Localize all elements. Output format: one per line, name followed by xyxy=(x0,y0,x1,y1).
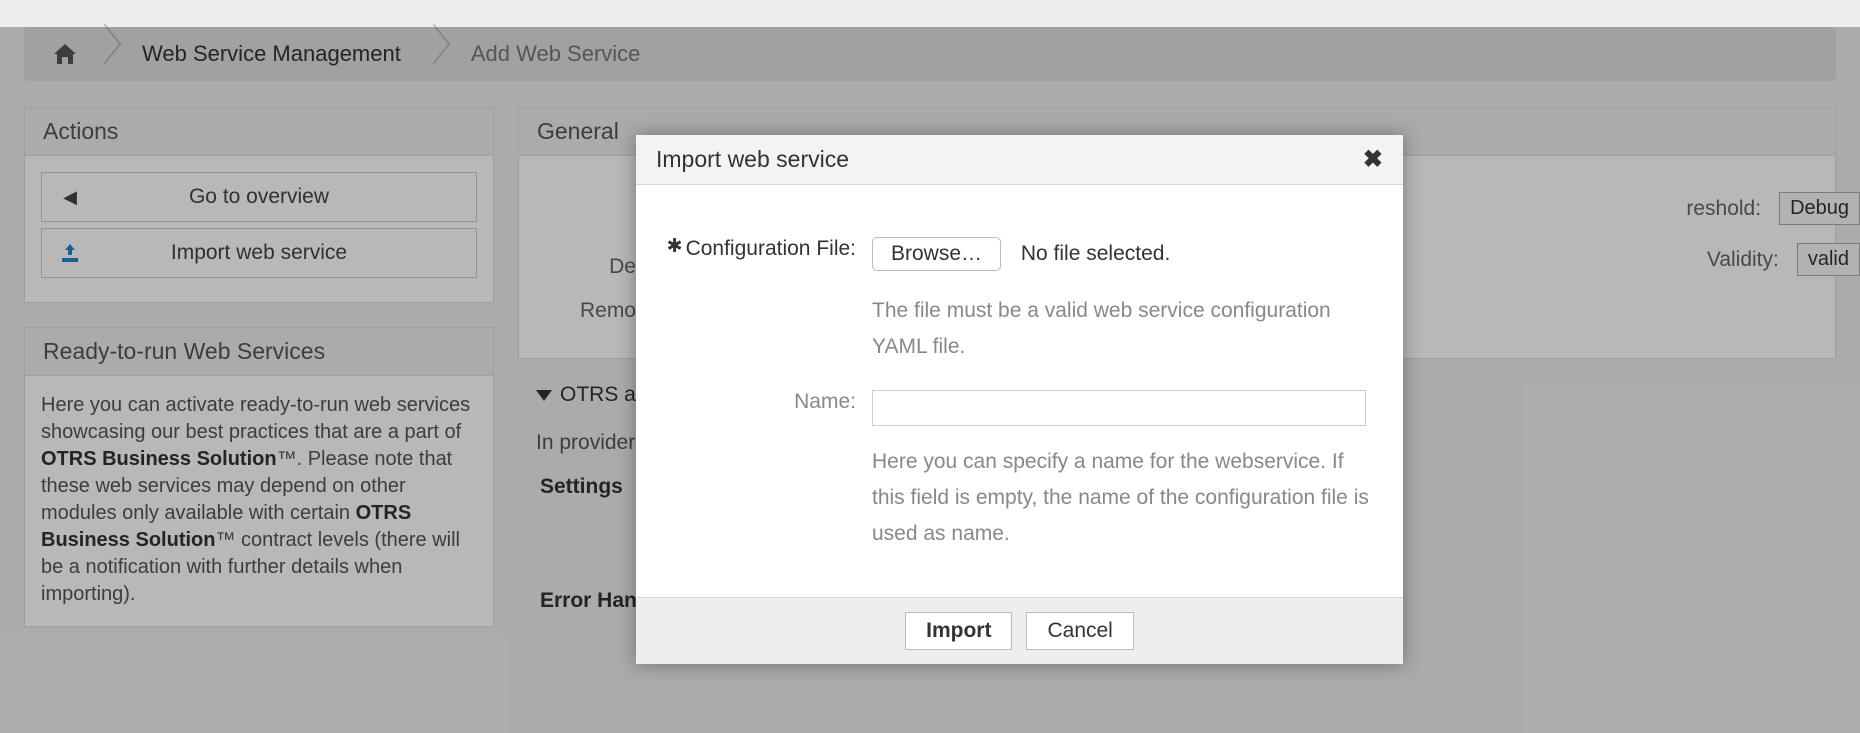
actions-panel-title: Actions xyxy=(25,108,493,156)
import-web-service-dialog: Import web service ✖ ✱Configuration File… xyxy=(636,135,1403,664)
breadcrumb: Web Service Management Add Web Service xyxy=(24,27,1836,81)
threshold-select[interactable]: Debug xyxy=(1779,192,1860,225)
go-to-overview-button[interactable]: ◀ Go to overview xyxy=(41,172,477,222)
name-label: Name: xyxy=(662,390,872,414)
file-selected-status: No file selected. xyxy=(1021,242,1170,265)
name-input[interactable] xyxy=(872,390,1366,426)
general-form-labels: De Remo xyxy=(576,255,636,323)
configuration-file-hint: The file must be a valid web service con… xyxy=(872,293,1377,364)
import-web-service-label: Import web service xyxy=(171,241,347,265)
threshold-label: reshold: xyxy=(1686,197,1761,221)
home-icon[interactable] xyxy=(52,42,78,66)
close-icon[interactable]: ✖ xyxy=(1363,145,1383,174)
import-web-service-button[interactable]: Import web service xyxy=(41,228,477,278)
remote-label: Remo xyxy=(576,299,636,323)
description-label: De xyxy=(576,255,636,279)
ready-to-run-title: Ready-to-run Web Services xyxy=(25,328,493,376)
cancel-button[interactable]: Cancel xyxy=(1026,612,1133,650)
breadcrumb-chevron-icon xyxy=(92,27,114,81)
breadcrumb-item-web-service-management[interactable]: Web Service Management xyxy=(136,41,407,67)
chevron-down-icon xyxy=(536,390,552,401)
validity-label: Validity: xyxy=(1707,248,1779,272)
ready-to-run-text: Here you can activate ready-to-run web s… xyxy=(41,392,477,608)
validity-select[interactable]: valid xyxy=(1797,243,1860,276)
configuration-file-label: ✱Configuration File: xyxy=(662,237,872,261)
name-hint: Here you can specify a name for the webs… xyxy=(872,444,1377,551)
caret-left-icon: ◀ xyxy=(42,187,98,208)
breadcrumb-chevron-icon xyxy=(421,27,443,81)
browse-button[interactable]: Browse… xyxy=(872,237,1001,271)
go-to-overview-label: Go to overview xyxy=(189,185,329,209)
breadcrumb-item-add-web-service[interactable]: Add Web Service xyxy=(465,41,647,67)
import-button[interactable]: Import xyxy=(905,612,1012,650)
general-right-fields: reshold: Debug Validity: valid xyxy=(1686,192,1860,276)
upload-icon xyxy=(42,244,98,262)
dialog-title: Import web service xyxy=(656,146,849,173)
ready-to-run-panel: Ready-to-run Web Services Here you can a… xyxy=(24,327,494,627)
actions-panel: Actions ◀ Go to overview Import web serv… xyxy=(24,107,494,303)
